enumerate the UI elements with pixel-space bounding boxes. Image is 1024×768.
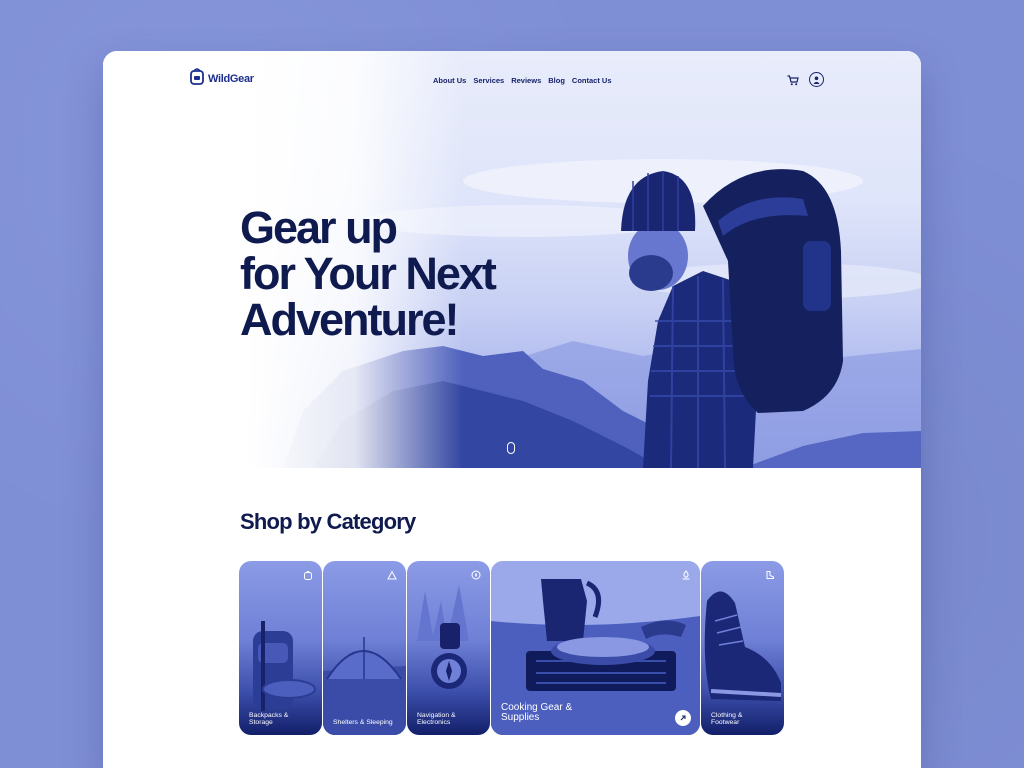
arrow-up-right-icon[interactable] xyxy=(675,710,691,726)
hero-title: Gear up for Your Next Adventure! xyxy=(240,205,560,343)
backpack-logo-icon xyxy=(190,68,204,85)
category-label: Navigation & Electronics xyxy=(417,712,456,726)
boot-icon xyxy=(766,571,774,579)
nav-link-blog[interactable]: Blog xyxy=(548,76,565,85)
brand-name: WildGear xyxy=(208,73,254,85)
category-card-shelters[interactable]: Shelters & Sleeping xyxy=(323,561,406,735)
category-card-backpacks[interactable]: Backpacks & Storage xyxy=(239,561,322,735)
hero-title-line: for Your Next xyxy=(240,248,497,299)
tent-icon xyxy=(387,570,397,580)
category-label: Backpacks & Storage xyxy=(249,712,289,726)
category-card-cooking[interactable]: Cooking Gear & Supplies xyxy=(491,561,700,735)
nav-link-contact-us[interactable]: Contact Us xyxy=(572,76,612,85)
category-card-clothing[interactable]: Clothing & Footwear xyxy=(701,561,784,735)
category-card-navigation[interactable]: Navigation & Electronics xyxy=(407,561,490,735)
category-label: Clothing & Footwear xyxy=(711,712,743,726)
top-navigation: WildGear About Us Services Reviews Blog … xyxy=(103,51,921,113)
campfire-icon xyxy=(682,570,690,580)
cart-icon[interactable] xyxy=(787,75,799,86)
nav-link-about-us[interactable]: About Us xyxy=(433,76,466,85)
nav-link-services[interactable]: Services xyxy=(473,76,504,85)
main-menu: About Us Services Reviews Blog Contact U… xyxy=(433,76,612,85)
category-label: Cooking Gear & Supplies xyxy=(501,702,573,723)
logo[interactable]: WildGear xyxy=(189,67,254,85)
hero-title-line: Adventure! xyxy=(240,294,460,345)
hero-section: Gear up for Your Next Adventure! xyxy=(103,51,921,468)
section-title: Shop by Category xyxy=(240,509,416,534)
backpack-icon xyxy=(304,571,312,580)
nav-link-reviews[interactable]: Reviews xyxy=(511,76,541,85)
user-account-icon[interactable] xyxy=(809,72,824,87)
hero-title-line: Gear up xyxy=(240,202,398,253)
compass-icon xyxy=(471,570,481,580)
category-label: Shelters & Sleeping xyxy=(333,719,393,726)
scroll-indicator-icon[interactable] xyxy=(507,442,515,454)
website-card: Gear up for Your Next Adventure! WildGea… xyxy=(103,51,921,768)
